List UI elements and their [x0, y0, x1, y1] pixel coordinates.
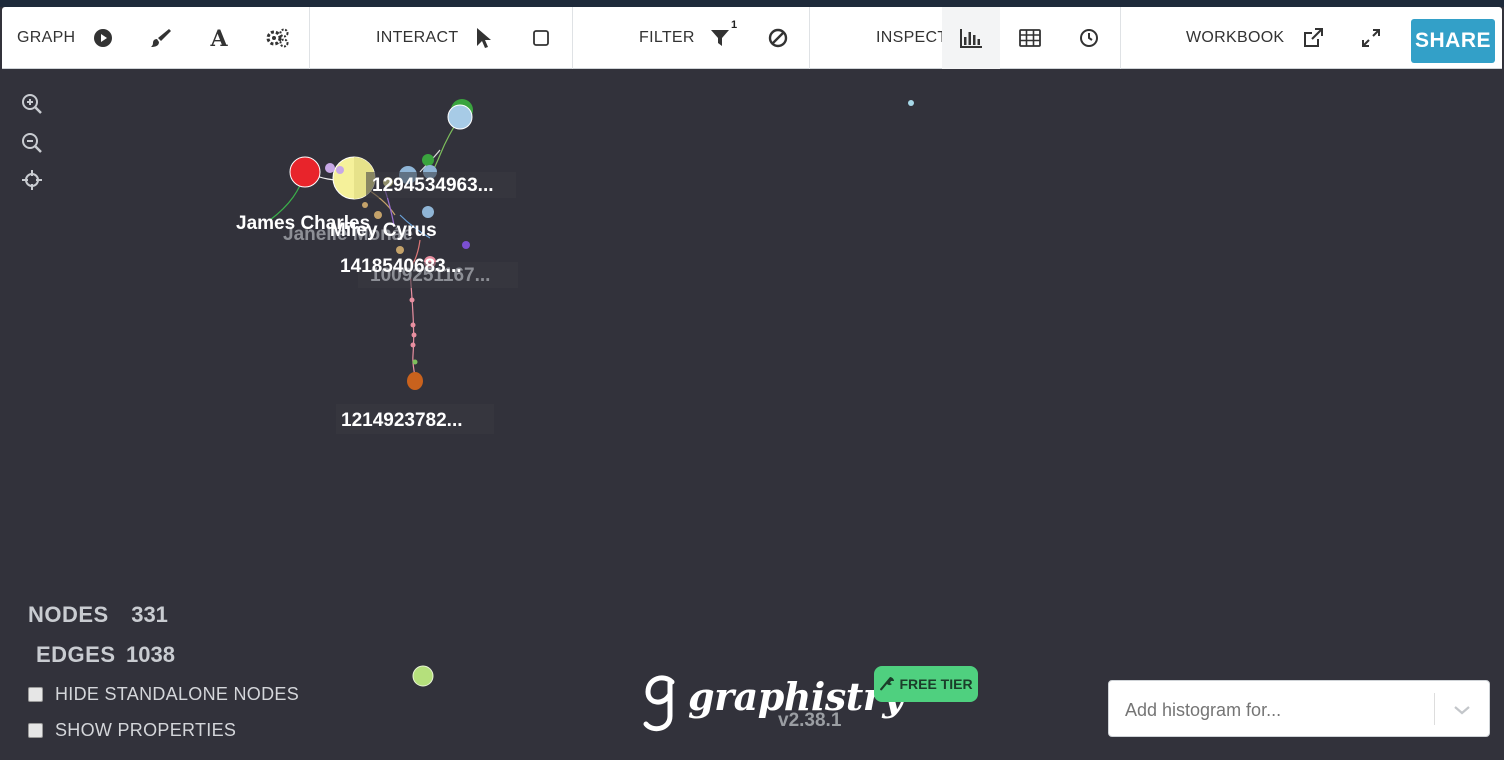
- edges-label: EDGES: [36, 642, 116, 667]
- pointer-icon: [477, 28, 491, 48]
- free-tier-label: FREE TIER: [899, 676, 973, 692]
- graph-node: [396, 246, 404, 254]
- pointer-button[interactable]: [454, 7, 512, 69]
- chevron-down-icon: [1454, 706, 1470, 715]
- interact-group: INTERACT: [376, 7, 458, 69]
- node-label: 1294534963...: [372, 175, 494, 196]
- box-select-button[interactable]: [512, 7, 570, 69]
- svg-text:A: A: [209, 27, 228, 49]
- window-top-border: [0, 0, 1504, 7]
- clock-icon: [1080, 29, 1098, 47]
- crosshair-icon: [22, 170, 42, 190]
- edges-count: 1038: [125, 642, 175, 667]
- table-icon: [1019, 29, 1041, 47]
- inspect-group: INSPECT: [876, 7, 947, 69]
- toolbar-separator: [1120, 7, 1121, 69]
- show-properties-option[interactable]: SHOW PROPERTIES: [28, 720, 236, 741]
- toolbar-separator: [309, 7, 310, 69]
- settings-button[interactable]: [248, 7, 306, 69]
- play-button[interactable]: [74, 7, 132, 69]
- filter-label: FILTER: [639, 29, 695, 46]
- square-select-icon: [533, 30, 549, 46]
- clear-filters-button[interactable]: [749, 7, 807, 69]
- free-tier-badge[interactable]: FREE TIER: [874, 666, 978, 702]
- graph-node: [374, 211, 382, 219]
- edges-stat: EDGES 1038: [36, 642, 175, 668]
- table-button[interactable]: [1001, 7, 1059, 69]
- workbook-group: WORKBOOK: [1186, 7, 1284, 69]
- graph-node: [336, 166, 344, 174]
- add-histogram-select[interactable]: [1108, 680, 1490, 737]
- show-properties-label: SHOW PROPERTIES: [55, 720, 237, 740]
- zoom-out-button[interactable]: [20, 131, 44, 155]
- wrench-icon: [880, 677, 895, 691]
- node-label: 1418540683...: [340, 256, 462, 277]
- font-button[interactable]: A: [190, 7, 248, 69]
- histogram-icon: [960, 29, 982, 48]
- graph-group: GRAPH: [17, 7, 75, 69]
- zoom-in-button[interactable]: [20, 92, 44, 116]
- open-workbook-button[interactable]: [1284, 7, 1342, 69]
- zoom-in-icon: [22, 94, 42, 114]
- hide-standalone-label: HIDE STANDALONE NODES: [55, 684, 300, 704]
- filter-count-badge: 1: [731, 19, 738, 31]
- toolbar-separator: [572, 7, 573, 69]
- graph-node: [412, 359, 418, 365]
- graph-node: [422, 206, 434, 218]
- font-icon: A: [209, 27, 228, 49]
- main-toolbar: GRAPH A INTERACT FILTER 1 INSPECT WORKBO…: [2, 7, 1502, 69]
- filter-button[interactable]: 1: [691, 7, 749, 69]
- interact-label: INTERACT: [376, 29, 459, 46]
- hide-standalone-option[interactable]: HIDE STANDALONE NODES: [28, 684, 299, 705]
- brush-button[interactable]: [132, 7, 190, 69]
- nodes-label: NODES: [28, 602, 109, 627]
- graph-node: [908, 100, 914, 106]
- graph-node: [410, 342, 416, 348]
- filter-icon: [711, 30, 729, 46]
- fullscreen-button[interactable]: [1342, 7, 1400, 69]
- center-view-button[interactable]: [20, 168, 44, 192]
- graph-visualization[interactable]: 1294534963... Janelle Monáe James Charle…: [0, 70, 1504, 760]
- share-button[interactable]: SHARE: [1411, 19, 1495, 63]
- toolbar-separator: [809, 7, 810, 69]
- add-histogram-input[interactable]: [1123, 697, 1427, 723]
- play-icon: [94, 29, 112, 47]
- node-label: 1214923782...: [341, 410, 463, 431]
- graph-label: GRAPH: [17, 29, 76, 46]
- gears-icon: [266, 28, 289, 48]
- show-properties-checkbox[interactable]: [28, 723, 43, 738]
- version-label: v2.38.1: [778, 710, 842, 731]
- graph-canvas[interactable]: 1294534963... Janelle Monáe James Charle…: [0, 70, 1504, 760]
- external-link-icon: [1304, 28, 1323, 47]
- graph-node: [411, 332, 417, 338]
- graph-node: [462, 241, 470, 249]
- graph-node: [407, 372, 423, 390]
- timebar-button[interactable]: [1060, 7, 1118, 69]
- filter-group: FILTER: [639, 7, 695, 69]
- zoom-out-icon: [22, 133, 42, 153]
- inspect-label: INSPECT: [876, 29, 948, 46]
- nodes-stat: NODES 331: [28, 602, 168, 628]
- graph-node: [325, 163, 335, 173]
- graph-node: [422, 154, 434, 166]
- hide-standalone-checkbox[interactable]: [28, 687, 43, 702]
- expand-icon: [1362, 29, 1380, 47]
- logo-mark-icon: [643, 675, 675, 732]
- graph-node: [409, 297, 415, 303]
- select-divider: [1434, 693, 1435, 725]
- nodes-count: 331: [131, 602, 168, 627]
- histogram-button[interactable]: [942, 7, 1000, 69]
- node-label: Miley Cyrus: [330, 220, 437, 241]
- graph-node: [289, 156, 321, 188]
- brush-icon: [151, 29, 171, 47]
- workbook-label: WORKBOOK: [1186, 29, 1285, 46]
- histogram-dropdown-toggle[interactable]: [1447, 695, 1477, 725]
- graph-node: [410, 322, 416, 328]
- graph-node: [447, 104, 473, 130]
- graph-node: [362, 202, 368, 208]
- graph-node: [412, 665, 434, 687]
- ban-icon: [768, 28, 788, 48]
